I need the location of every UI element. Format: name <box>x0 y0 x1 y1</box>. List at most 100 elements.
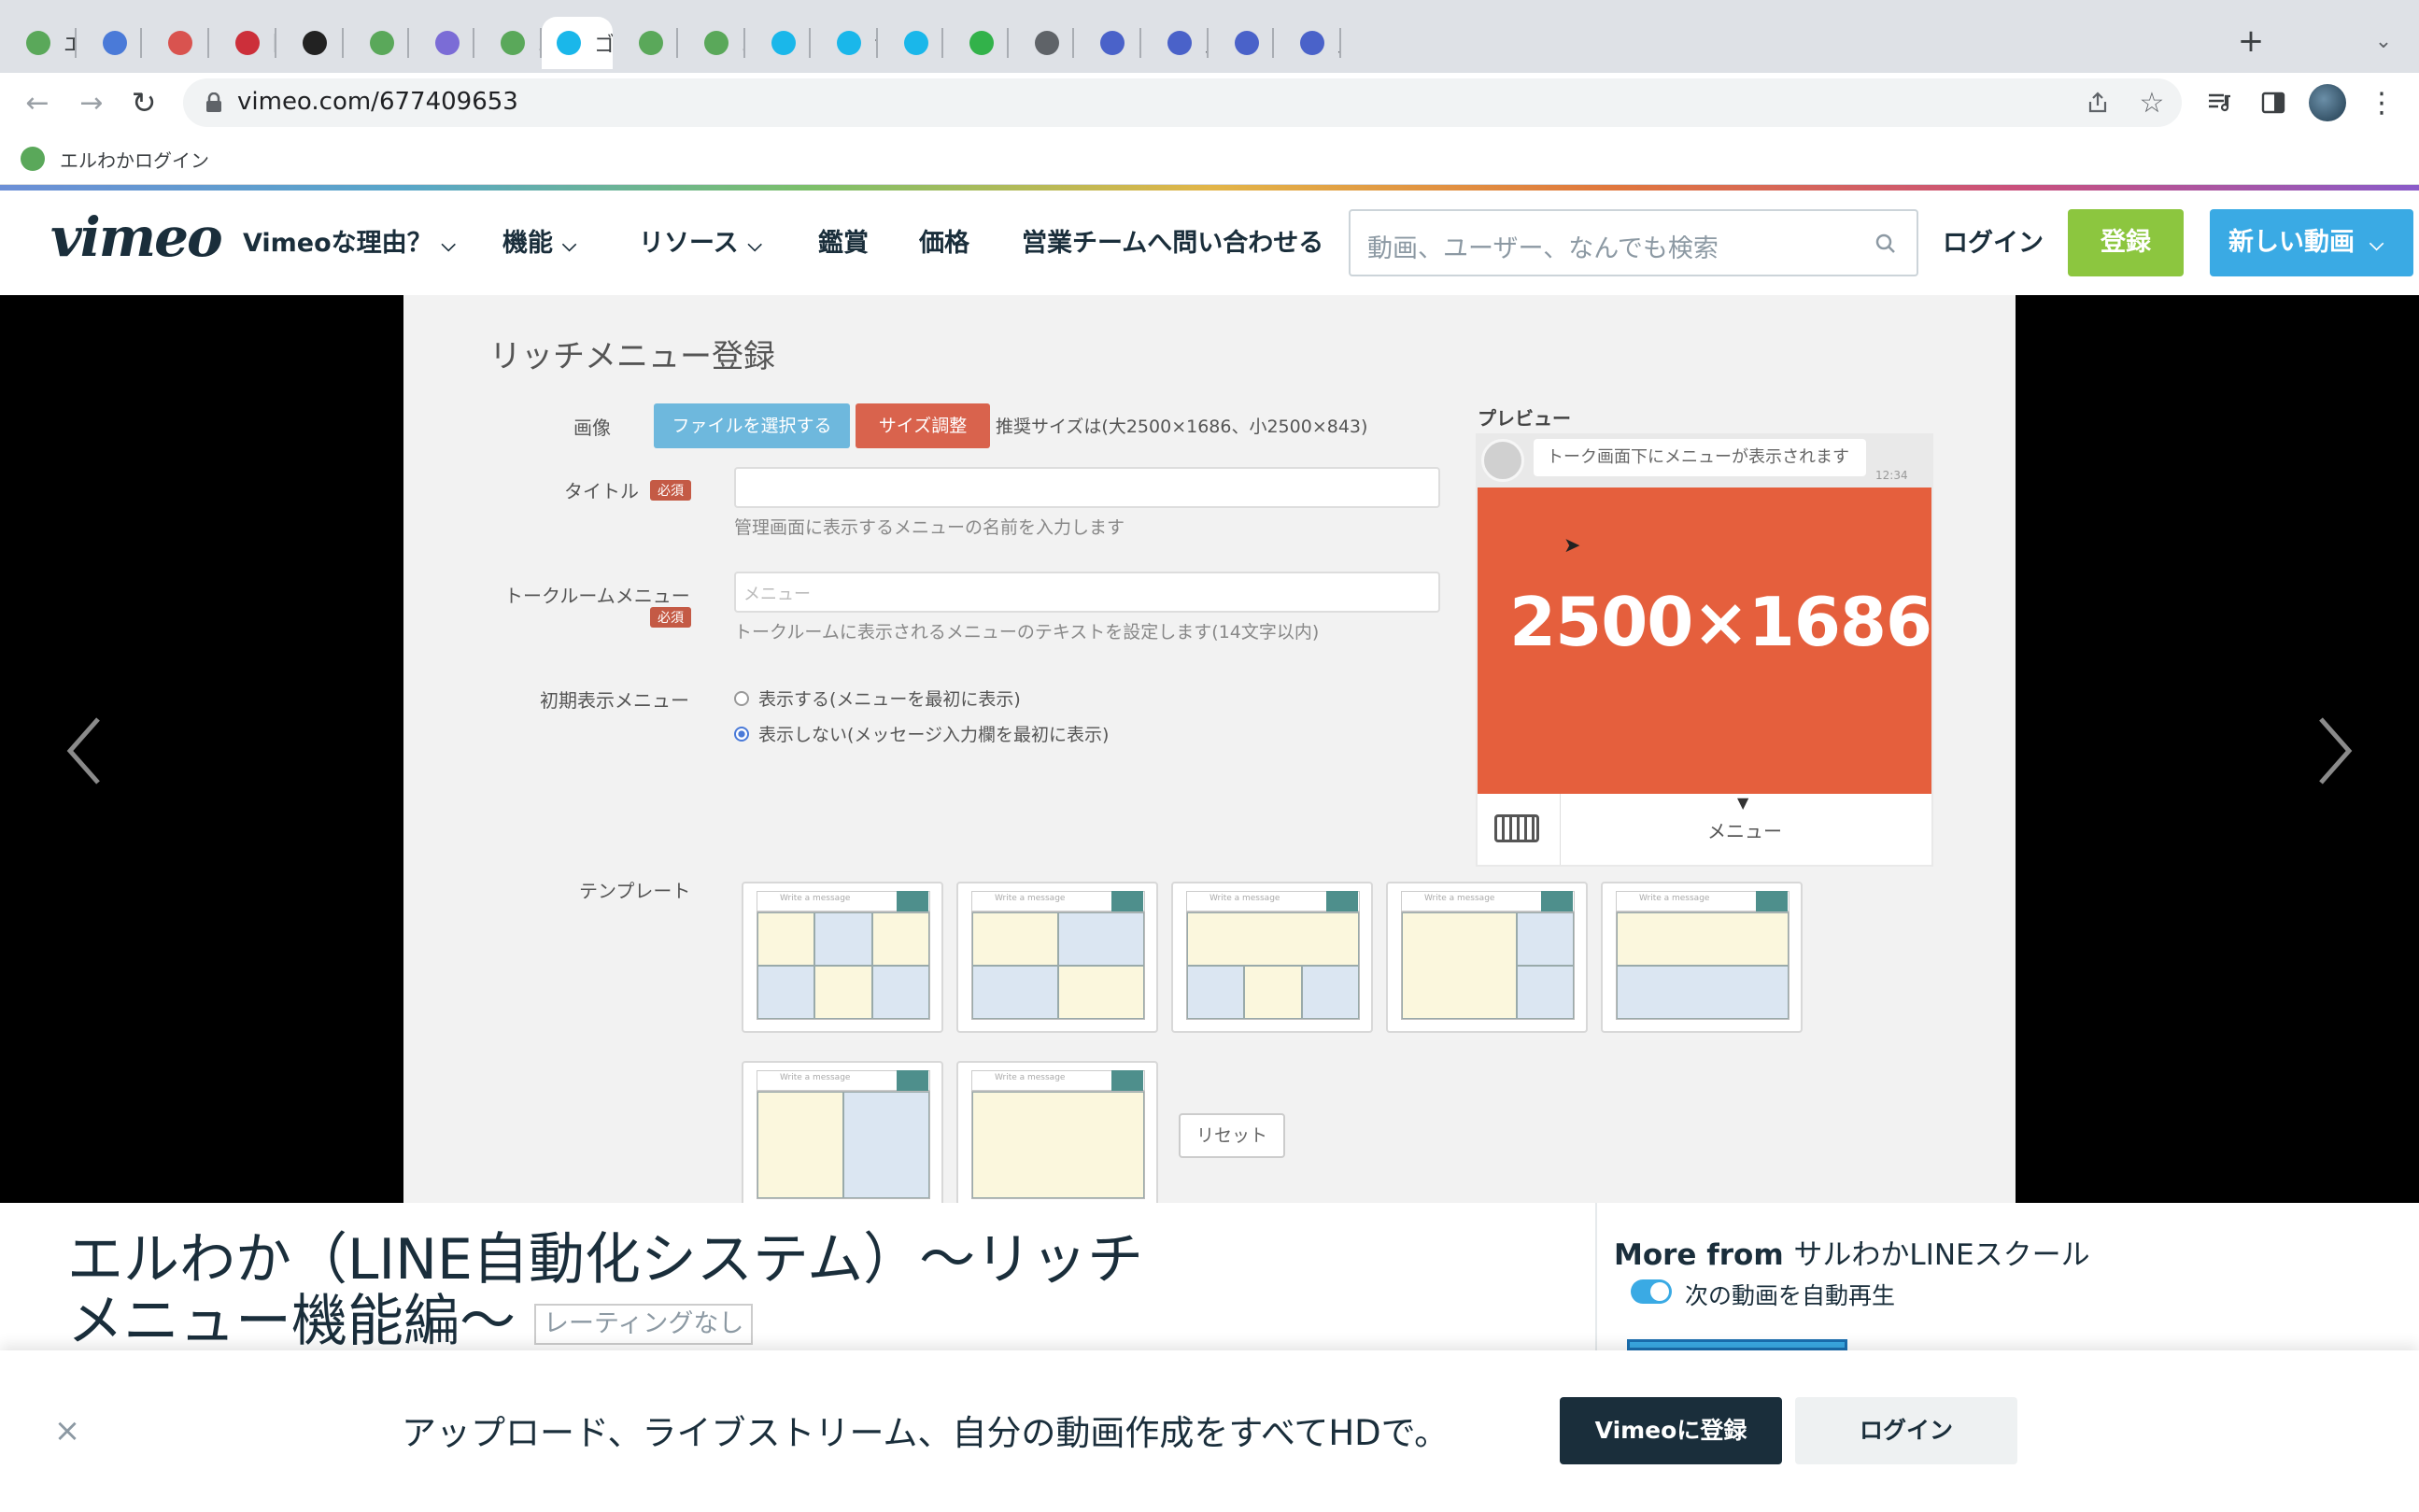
nav-label: Vimeoな理由？ <box>243 229 432 258</box>
message-bar-text: Write a message <box>995 894 1066 903</box>
message-bar-text: Write a message <box>1639 894 1710 903</box>
browser-tab[interactable]: エルオ <box>0 17 77 69</box>
browser-tab[interactable]: エルオ <box>474 17 542 69</box>
browser-tab[interactable]: ホー <box>1074 17 1141 69</box>
template-cell <box>814 966 872 1019</box>
browser-tab[interactable]: エル <box>613 17 678 69</box>
search-icon[interactable] <box>1870 228 1902 260</box>
menu-separator <box>1560 794 1561 865</box>
more-from-channel[interactable]: サルわかLINEスクール <box>1793 1238 2089 1272</box>
browser-tab[interactable]: LINE <box>943 17 1009 69</box>
send-square-icon <box>1756 891 1788 911</box>
bookmark-star-icon[interactable]: ☆ <box>2135 86 2169 120</box>
template-layout <box>1186 911 1360 1020</box>
browser-tab[interactable]: 【責 <box>77 17 142 69</box>
back-arrow-icon[interactable]: ← <box>19 82 56 123</box>
template-layout <box>1401 911 1575 1020</box>
banner-join-button[interactable]: Vimeoに登録 <box>1560 1397 1782 1464</box>
browser-tab[interactable]: エル <box>745 17 811 69</box>
send-square-icon <box>897 1070 928 1091</box>
browser-tab[interactable]: 写真 <box>409 17 474 69</box>
reset-button: リセット <box>1179 1113 1285 1158</box>
robot-icon <box>501 31 525 55</box>
next-video-thumbnail[interactable] <box>1627 1339 1847 1350</box>
tab-search-chevron-icon[interactable]: ⌄ <box>2367 24 2400 58</box>
browser-toolbar: ← → ↻ vimeo.com/677409653 ☆ ⋮ <box>0 73 2419 133</box>
forward-arrow-icon[interactable]: → <box>73 82 110 123</box>
new-video-button[interactable]: 新しい動画 ⌵ <box>2210 209 2413 276</box>
robot-icon <box>21 147 45 171</box>
browser-tab[interactable]: ゴ✕ <box>542 17 613 69</box>
template-cell <box>972 1092 1144 1198</box>
nav-contact-sales[interactable]: 営業チームへ問い合わせる <box>1022 222 1323 259</box>
template-cell <box>757 966 815 1019</box>
new-tab-icon[interactable]: + <box>2230 21 2271 62</box>
vimeo-icon <box>904 31 928 55</box>
previous-video-chevron-icon[interactable] <box>56 706 112 796</box>
reload-icon[interactable]: ↻ <box>125 82 163 123</box>
preview-bubble: トーク画面下にメニューが表示されます <box>1534 439 1866 476</box>
login-link[interactable]: ログイン <box>1943 222 2044 259</box>
bookmark-item[interactable]: エルわかログイン <box>21 142 209 176</box>
browser-tab[interactable]: サル <box>811 17 878 69</box>
talk-menu-input: メニュー <box>734 572 1440 613</box>
profile-avatar[interactable] <box>2309 84 2346 121</box>
bookmarks-bar: エルわかログイン <box>0 133 2419 185</box>
nav-features[interactable]: 機能 ⌵ <box>502 222 576 259</box>
video-player[interactable]: リッチメニュー登録 画像 ファイルを選択する サイズ調整 推奨サイズは(大250… <box>0 295 2419 1203</box>
search-box[interactable]: 動画、ユーザー、なんでも検索 <box>1349 209 1918 276</box>
chevron-down-icon: ⌵ <box>562 233 577 256</box>
browser-tab[interactable]: 【最 <box>276 17 344 69</box>
search-input[interactable]: 動画、ユーザー、なんでも検索 <box>1367 228 1719 264</box>
autoplay-toggle[interactable] <box>1631 1279 1672 1304</box>
share-icon[interactable] <box>2083 88 2113 118</box>
media-control-icon[interactable] <box>2202 86 2238 120</box>
required-badge: 必須 <box>650 607 691 628</box>
nav-why-vimeo[interactable]: Vimeoな理由？ ⌵ <box>243 222 456 259</box>
register-button[interactable]: 登録 <box>2068 209 2184 276</box>
image-label: 画像 <box>573 417 611 439</box>
robot-icon <box>370 31 394 55</box>
message-bar-text: Write a message <box>1424 894 1495 903</box>
browser-menu-icon[interactable]: ⋮ <box>2368 84 2396 121</box>
banner-login-button[interactable]: ログイン <box>1795 1397 2017 1464</box>
preview-phone: トーク画面下にメニューが表示されます 12:34 2500×1686 ➤ ▼ メ… <box>1476 433 1933 867</box>
template-layout <box>757 1091 930 1199</box>
robot-icon <box>26 31 50 55</box>
browser-tab[interactable]: エル <box>878 17 943 69</box>
browser-tab[interactable]: [6(5] <box>209 17 276 69</box>
nav-pricing[interactable]: 価格 <box>919 222 969 259</box>
browser-tab[interactable]: エルオ <box>344 17 409 69</box>
browser-tab[interactable]: 見出 <box>1274 17 1341 69</box>
nav-resources[interactable]: リソース ⌵ <box>639 222 762 259</box>
url-text: vimeo.com/677409653 <box>237 88 518 116</box>
video-frame-richmenu-form: リッチメニュー登録 画像 ファイルを選択する サイズ調整 推奨サイズは(大250… <box>403 295 2016 1203</box>
c-logo-icon <box>1300 31 1324 55</box>
browser-tab-strip: エルオ【責スト[6(5]【最エルオ写真エルオゴ✕エルエルエルサルエルLINE新し… <box>0 0 2419 73</box>
flower-icon <box>235 31 260 55</box>
lig-logo-icon <box>303 31 327 55</box>
browser-tab[interactable]: 見出 <box>1209 17 1274 69</box>
radio-show: 表示する(メニューを最初に表示) <box>734 685 1021 711</box>
send-square-icon <box>1326 891 1358 911</box>
preview-label: プレビュー <box>1478 407 1571 430</box>
side-panel-icon[interactable] <box>2256 86 2290 120</box>
template-cell <box>1187 912 1359 966</box>
chrome-icon <box>1035 31 1059 55</box>
vimeo-logo[interactable]: vimeo <box>50 205 223 269</box>
browser-tab[interactable]: スト <box>142 17 209 69</box>
browser-tab[interactable]: エル <box>678 17 745 69</box>
template-option: Write a message <box>956 1061 1158 1203</box>
address-bar[interactable]: vimeo.com/677409653 ☆ <box>183 78 2182 127</box>
browser-tab[interactable]: 新し <box>1009 17 1074 69</box>
message-bar-text: Write a message <box>995 1073 1066 1082</box>
template-option: Write a message <box>1386 882 1588 1033</box>
browser-tab[interactable]: 見出 <box>1141 17 1209 69</box>
close-icon[interactable]: × <box>50 1412 84 1449</box>
nav-watch[interactable]: 鑑賞 <box>818 222 869 259</box>
slide-title: リッチメニュー登録 <box>489 338 775 375</box>
more-from-prefix: More from <box>1614 1238 1794 1272</box>
template-cell <box>871 966 929 1019</box>
next-video-chevron-icon[interactable] <box>2307 706 2363 796</box>
nav-label: リソース <box>639 229 739 258</box>
